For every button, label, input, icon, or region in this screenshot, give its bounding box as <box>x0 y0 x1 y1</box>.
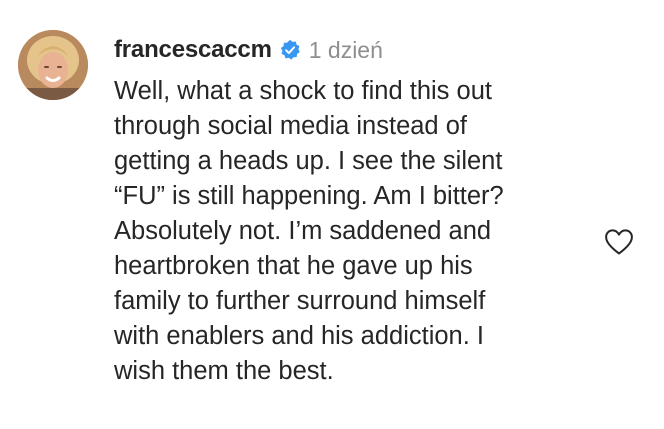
comment: francescaccm 1 dzień Well, what a shock … <box>0 0 664 429</box>
heart-outline-icon <box>605 229 633 255</box>
avatar[interactable] <box>18 30 88 100</box>
username-link[interactable]: francescaccm <box>114 36 272 64</box>
comment-timestamp[interactable]: 1 dzień <box>309 37 383 64</box>
avatar-image <box>18 30 88 100</box>
comment-text: Well, what a shock to find this out thro… <box>114 74 584 389</box>
verified-badge-icon <box>279 39 301 61</box>
comment-text-line: wish them the best. <box>114 357 334 385</box>
like-button[interactable] <box>604 228 634 256</box>
comment-text-line: getting a heads up. I see the silent <box>114 147 503 175</box>
comment-text-line: heartbroken that he gave up his <box>114 252 473 280</box>
comment-text-line: family to further surround himself <box>114 287 486 315</box>
comment-text-line: Absolutely not. I’m saddened and <box>114 217 492 245</box>
comment-text-line: through social media instead of <box>114 112 467 140</box>
comment-text-line: Well, what a shock to find this out <box>114 77 492 105</box>
comment-text-line: “FU” is still happening. Am I bitter? <box>114 182 504 210</box>
comment-text-line: with enablers and his addiction. I <box>114 322 484 350</box>
comment-header: francescaccm 1 dzień <box>114 32 383 68</box>
